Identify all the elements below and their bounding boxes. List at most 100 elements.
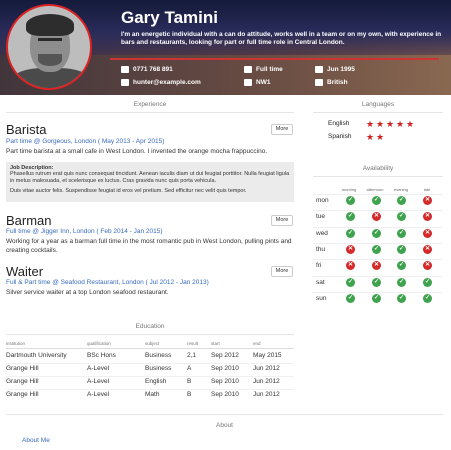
unavailable-cross-icon: ✕	[372, 261, 381, 271]
availability-day-label: sat	[316, 278, 325, 286]
job-title: Waiter	[6, 264, 44, 279]
available-check-icon: ✓	[372, 244, 381, 254]
job-subtitle[interactable]: Full time @ Jigger Inn, London ( Feb 201…	[6, 228, 163, 235]
education-cell: B	[187, 391, 192, 398]
education-cell: Sep 2010	[211, 391, 239, 398]
education-cell: Dartmouth University	[6, 352, 67, 359]
availability-col-header: late	[423, 187, 431, 192]
more-button[interactable]: More	[271, 266, 293, 277]
rating-star-icon: ★	[366, 132, 375, 142]
rating-star-icon: ★	[376, 132, 385, 142]
availability-day-label: mon	[316, 197, 329, 204]
availability-type: Full time	[244, 66, 283, 73]
education-cell: English	[145, 378, 167, 385]
available-check-icon: ✓	[372, 293, 381, 303]
phone-text: 0771 768 891	[133, 66, 173, 73]
available-check-icon: ✓	[346, 277, 355, 287]
email-icon	[121, 79, 129, 86]
education-cell: A-Level	[87, 391, 110, 398]
education-row-divider	[6, 389, 294, 390]
more-button[interactable]: More	[271, 215, 293, 226]
availability-day-label: wed	[316, 229, 328, 237]
availability-col-header: evening	[393, 187, 408, 192]
rating-star-icon: ★	[406, 119, 415, 129]
nationality: British	[315, 79, 348, 86]
availability-row-divider	[313, 291, 443, 293]
available-check-icon: ✓	[372, 228, 381, 238]
education-cell: Grange Hill	[6, 365, 39, 372]
job-subtitle[interactable]: Full & Part time @ Seafood Restaurant, L…	[6, 279, 209, 286]
education-cell: Business	[145, 352, 172, 359]
briefcase-icon	[244, 66, 252, 73]
availability-col-header: afternoon	[366, 187, 384, 192]
job-title: Barman	[6, 213, 52, 228]
education-cell: A	[187, 365, 192, 372]
availability-day-label: fri	[316, 262, 322, 270]
education-cell: Grange Hill	[6, 391, 39, 398]
education-col-header: subject	[145, 341, 160, 346]
education-cell: May 2015	[253, 352, 282, 359]
divider	[6, 414, 443, 415]
available-check-icon: ✓	[397, 196, 406, 205]
unavailable-cross-icon: ✕	[423, 196, 432, 205]
available-check-icon: ✓	[372, 277, 381, 287]
education-cell: Jun 2012	[253, 378, 280, 385]
education-cell: A-Level	[87, 365, 110, 372]
education-cell: B	[187, 378, 192, 385]
available-check-icon: ✓	[372, 196, 381, 205]
date-of-birth: Jun 1995	[315, 66, 355, 73]
unavailable-cross-icon: ✕	[346, 261, 355, 271]
education-cell: Math	[145, 391, 160, 398]
available-check-icon: ✓	[346, 293, 355, 303]
divider	[6, 112, 294, 113]
email-text[interactable]: hunter@example.com	[133, 79, 201, 86]
availability-day-label: tue	[316, 213, 326, 221]
education-cell: 2,1	[187, 352, 197, 359]
availability-row-divider	[313, 210, 443, 212]
about-me-link[interactable]: About Me	[22, 437, 50, 444]
unavailable-cross-icon: ✕	[423, 261, 432, 271]
avatar	[6, 4, 92, 90]
job-description: Part time barista at a small cafe in Wes…	[6, 148, 268, 155]
availability-row-divider	[313, 226, 443, 228]
available-check-icon: ✓	[423, 277, 432, 287]
available-check-icon: ✓	[346, 196, 355, 205]
phone-contact: 0771 768 891	[121, 66, 173, 73]
unavailable-cross-icon: ✕	[423, 244, 432, 254]
education-row-divider	[6, 363, 294, 364]
language-name: Spanish	[328, 133, 352, 140]
job-subtitle[interactable]: Part time @ Gorgeous, London ( May 2013 …	[6, 138, 164, 145]
more-button[interactable]: More	[271, 124, 293, 135]
rating-star-icon: ★	[376, 119, 385, 129]
phone-icon	[121, 66, 129, 73]
available-check-icon: ✓	[397, 244, 406, 254]
job-detail-paragraph: Duis vitae auctor felis. Suspendisse feu…	[10, 188, 247, 194]
dob-text: Jun 1995	[327, 66, 355, 73]
divider	[313, 112, 443, 113]
languages-heading: Languages	[361, 101, 395, 108]
education-cell: Jun 2012	[253, 365, 280, 372]
experience-heading: Experience	[133, 101, 167, 108]
language-name: English	[328, 120, 350, 127]
avatar-beard	[38, 54, 62, 66]
education-col-header: result	[187, 341, 199, 346]
avatar-eyes	[38, 38, 62, 42]
availability-row-divider	[313, 275, 443, 277]
education-col-header: institution	[6, 341, 26, 346]
available-check-icon: ✓	[397, 293, 406, 303]
education-col-header: end	[253, 341, 261, 346]
available-check-icon: ✓	[346, 212, 355, 222]
job-title: Barista	[6, 122, 47, 137]
header-divider	[110, 58, 439, 60]
rating-star-icon: ★	[396, 119, 405, 129]
email-contact[interactable]: hunter@example.com	[121, 79, 201, 86]
education-cell: Grange Hill	[6, 378, 39, 385]
availability-col-header: morning	[341, 187, 357, 192]
education-heading: Education	[135, 323, 165, 330]
availability-day-label: sun	[316, 294, 327, 302]
availability-type-text: Full time	[256, 66, 283, 73]
location: NW1	[244, 79, 270, 86]
profile-bio: I'm an energetic individual with a can d…	[121, 31, 442, 46]
nationality-text: British	[327, 79, 348, 86]
availability-row-divider	[313, 242, 443, 244]
